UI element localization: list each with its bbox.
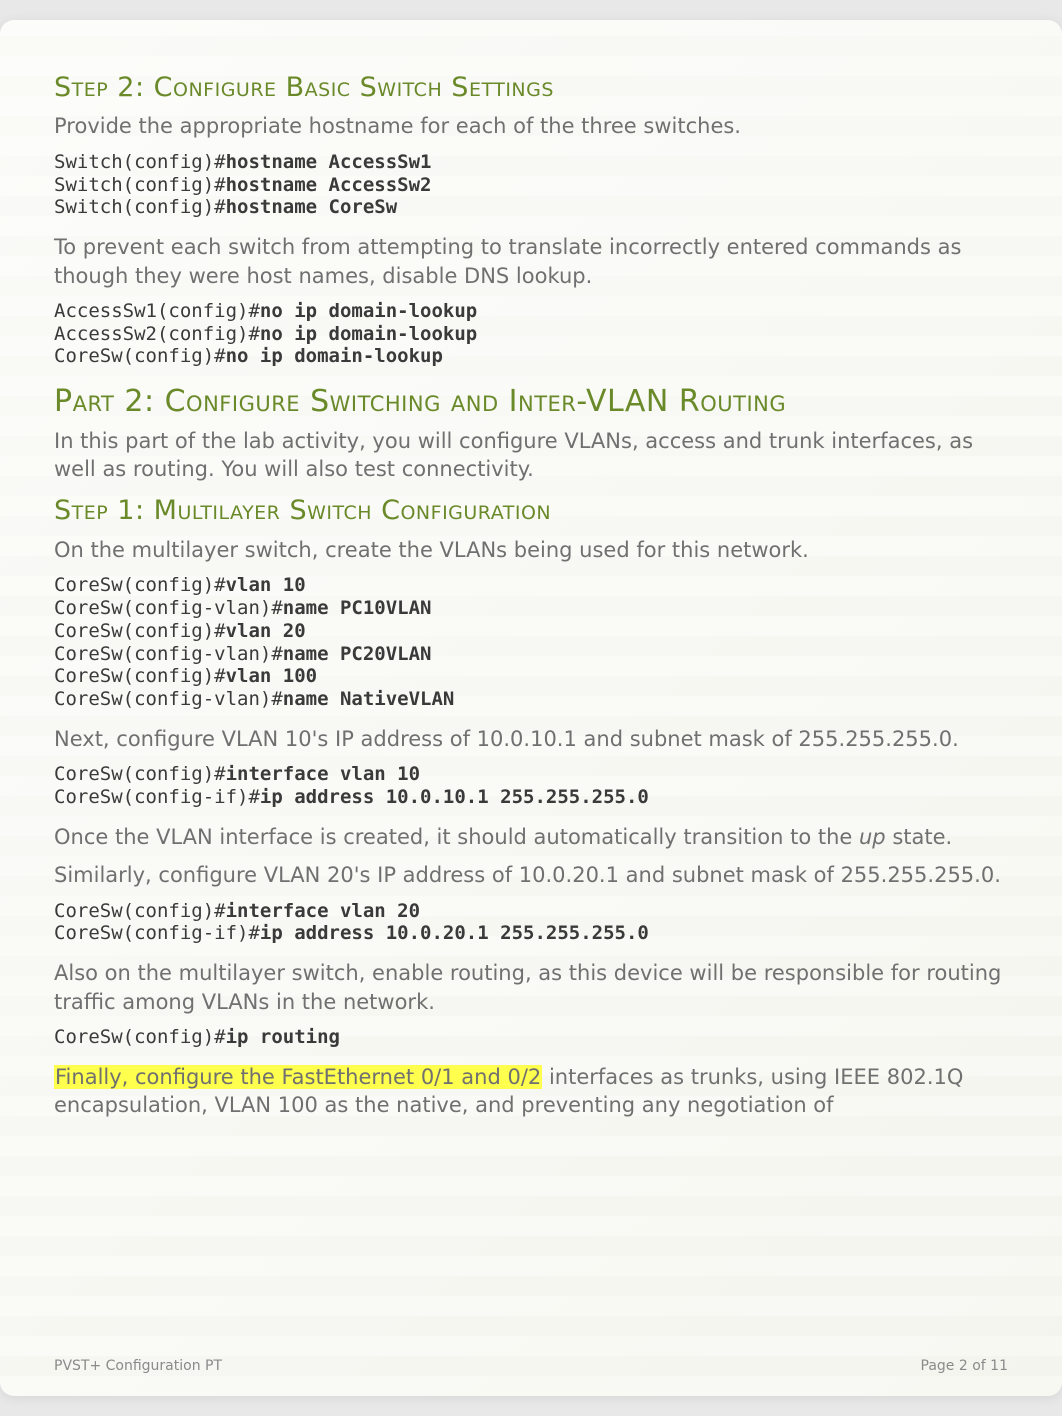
document-page: Step 2: Configure Basic Switch Settings … (0, 20, 1062, 1396)
step1-para3-em: up (859, 825, 886, 849)
part2-heading: Part 2: Configure Switching and Inter-VL… (54, 382, 1008, 423)
step2-para2: To prevent each switch from attempting t… (54, 233, 1008, 290)
step2-code1: Switch(config)#hostname AccessSw1 Switch… (54, 151, 1008, 219)
step1-para3a: Once the VLAN interface is created, it s… (54, 825, 859, 849)
step1-code2: CoreSw(config)#interface vlan 10 CoreSw(… (54, 763, 1008, 809)
footer-right: Page 2 of 11 (921, 1357, 1008, 1376)
step1-code4: CoreSw(config)#ip routing (54, 1026, 1008, 1049)
step1-heading: Step 1: Multilayer Switch Configuration (54, 493, 1008, 529)
step1-intro: On the multilayer switch, create the VLA… (54, 536, 1008, 564)
step2-heading: Step 2: Configure Basic Switch Settings (54, 70, 1008, 106)
page-footer: PVST+ Configuration PT Page 2 of 11 (54, 1357, 1008, 1376)
step2-code2: AccessSw1(config)#no ip domain-lookup Ac… (54, 300, 1008, 368)
step1-para6: Finally, configure the FastEthernet 0/1 … (54, 1063, 1008, 1120)
step1-code3: CoreSw(config)#interface vlan 20 CoreSw(… (54, 900, 1008, 946)
step1-para2: Next, configure VLAN 10's IP address of … (54, 725, 1008, 753)
footer-left: PVST+ Configuration PT (54, 1357, 222, 1376)
step1-para3: Once the VLAN interface is created, it s… (54, 823, 1008, 851)
part2-intro: In this part of the lab activity, you wi… (54, 427, 1008, 484)
step1-code1: CoreSw(config)#vlan 10 CoreSw(config-vla… (54, 574, 1008, 711)
step2-intro: Provide the appropriate hostname for eac… (54, 112, 1008, 140)
highlight-text: Finally, configure the FastEthernet 0/1 … (54, 1065, 542, 1089)
step1-para3b: state. (886, 825, 953, 849)
step1-para5: Also on the multilayer switch, enable ro… (54, 959, 1008, 1016)
step1-para4: Similarly, configure VLAN 20's IP addres… (54, 861, 1008, 889)
